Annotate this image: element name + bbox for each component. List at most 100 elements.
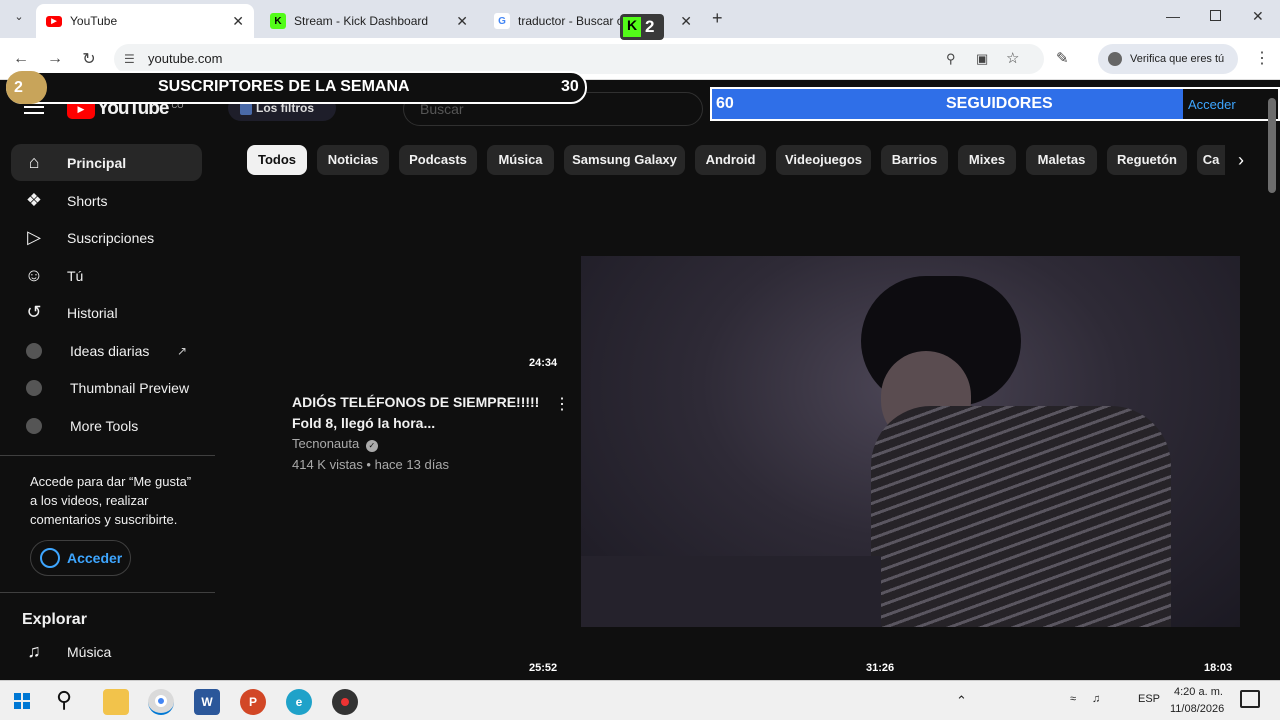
windows-taskbar: ⚲ W P e ⌃ ≈ ♫ ESP 4:20 a. m. 11/08/2026 [0,680,1280,720]
sidebar-item-label: Historial [67,304,118,321]
chip-ca[interactable]: Ca [1197,145,1225,175]
kick-icon: K [623,17,641,37]
zoom-icon[interactable]: ⚲ [946,44,956,74]
close-icon[interactable]: ✕ [680,13,692,30]
signin-prompt: Accede para dar “Me gusta” a los videos,… [30,474,192,527]
chevron-right-icon[interactable]: › [1226,145,1256,175]
close-icon[interactable]: ✕ [456,13,468,30]
desk-shape [581,556,881,627]
sidebar-item-more-tools[interactable]: More Tools [11,407,202,444]
close-icon[interactable]: ✕ [232,13,244,30]
chip-podcasts[interactable]: Podcasts [399,145,477,175]
site-info-icon[interactable]: ☰ [124,44,135,74]
volume-icon[interactable]: ♫ [1092,693,1100,705]
video-title[interactable]: ADIÓS TELÉFONOS DE SIEMPRE!!!!! Fold 8, … [292,392,542,434]
sidebar-item-label: Shorts [67,192,108,209]
sidebar-divider [0,592,215,593]
sidebar-item-label: Tú [67,267,84,284]
video-menu-icon[interactable]: ⋮ [554,394,570,414]
video-duration: 18:03 [1204,662,1233,674]
chrome-icon[interactable] [148,689,174,715]
reload-button[interactable]: ↻ [78,48,100,70]
sidebar-item-label: Ideas diarias [70,342,150,359]
browser-menu-icon[interactable]: ⋮ [1254,48,1270,68]
sidebar-item-musica[interactable]: ♫ Música [11,633,202,670]
chip-barrios[interactable]: Barrios [881,145,948,175]
chip-noticias[interactable]: Noticias [317,145,389,175]
header-signin-button[interactable]: Acceder [1188,97,1236,112]
followers-title: SEGUIDORES [946,95,1053,112]
sidebar-item-principal[interactable]: ⌂ Principal [11,144,202,181]
chip-samsung-galaxy[interactable]: Samsung Galaxy [564,145,685,175]
sidebar-item-tu[interactable]: ☺ Tú [11,257,202,294]
powerpoint-icon[interactable]: P [240,689,266,715]
search-icon[interactable]: ⚲ [56,687,72,713]
chip-musica[interactable]: Música [487,145,554,175]
clock-date[interactable]: 11/08/2026 [1170,703,1224,715]
new-tab-button[interactable]: + [712,8,723,29]
sidebar-divider [0,455,215,456]
sidebar-item-suscripciones[interactable]: ▷ Suscripciones [11,219,202,256]
tab-google[interactable]: G traductor - Buscar con Google ✕ [484,4,702,38]
tab-kick[interactable]: K Stream - Kick Dashboard ✕ [260,4,478,38]
video-duration: 31:26 [866,662,895,674]
explore-title: Explorar [22,611,87,628]
kick-badge-count: 2 [645,17,655,36]
subscriptions-icon: ▷ [27,227,41,247]
chevron-up-icon[interactable]: ⌃ [956,693,967,709]
followers-count: 60 [716,95,734,112]
person-shirt [871,406,1171,627]
tab-title: Stream - Kick Dashboard [294,14,429,28]
profile-icon [1108,52,1122,66]
google-icon: G [494,13,510,29]
extensions-icon[interactable]: ✎ [1056,49,1069,67]
clock-time[interactable]: 4:20 a. m. [1174,686,1223,698]
install-icon[interactable]: ▣ [976,44,988,74]
chip-mixes[interactable]: Mixes [958,145,1016,175]
sidebar-item-label: Thumbnail Preview [70,379,190,396]
windows-start-icon[interactable] [14,693,30,709]
chip-android[interactable]: Android [695,145,766,175]
webcam-feed [581,256,1240,627]
network-icon[interactable]: ≈ [1070,693,1076,705]
file-explorer-icon[interactable] [103,689,129,715]
edge-icon[interactable]: e [286,689,312,715]
chip-todos[interactable]: Todos [247,145,307,175]
sidebar-item-thumbnail-preview[interactable]: Thumbnail Preview [11,369,202,406]
forward-button[interactable]: → [44,48,66,70]
history-icon: ↺ [26,302,42,322]
maximize-button[interactable] [1210,10,1221,21]
tab-search-button[interactable]: ⌄ [10,10,28,28]
sidebar-signin-button[interactable]: Acceder [30,540,131,576]
page-scrollbar[interactable] [1268,98,1276,193]
chip-regueton[interactable]: Reguetón [1107,145,1187,175]
bookmark-star-icon[interactable]: ☆ [1006,44,1019,74]
url-text: youtube.com [148,51,223,66]
verify-label: Verifica que eres tú [1130,53,1225,65]
youtube-icon: ▶ [46,15,62,27]
extension-icon [22,339,46,363]
chip-maletas[interactable]: Maletas [1026,145,1097,175]
tab-youtube[interactable]: ▶ YouTube ✕ [36,4,254,38]
sidebar-item-ideas-diarias[interactable]: Ideas diarias ↗ [11,332,202,369]
word-icon[interactable]: W [194,689,220,715]
sidebar-item-historial[interactable]: ↺ Historial [11,294,202,331]
sidebar-item-label: More Tools [70,417,139,434]
video-channel[interactable]: Tecnonauta ✓ [292,436,378,452]
video-duration: 24:34 [529,357,558,369]
user-icon: ☺ [24,265,44,285]
notifications-icon[interactable] [1240,690,1260,708]
url-input[interactable]: ☰ youtube.com ⚲ ▣ ☆ [114,44,1044,74]
back-button[interactable]: ← [10,48,32,70]
extension-icon [22,414,46,438]
window-close-button[interactable]: ✕ [1252,8,1264,25]
verify-profile-button[interactable]: Verifica que eres tú [1098,44,1238,74]
lang-indicator[interactable]: ESP [1138,693,1160,705]
music-icon: ♫ [27,641,41,661]
sidebar-item-shorts[interactable]: ❖ Shorts [11,182,202,219]
obs-icon[interactable] [332,689,358,715]
chip-videojuegos[interactable]: Videojuegos [776,145,871,175]
minimize-button[interactable]: — [1166,8,1180,24]
sidebar-item-label: Principal [67,154,127,171]
user-icon [40,548,60,568]
